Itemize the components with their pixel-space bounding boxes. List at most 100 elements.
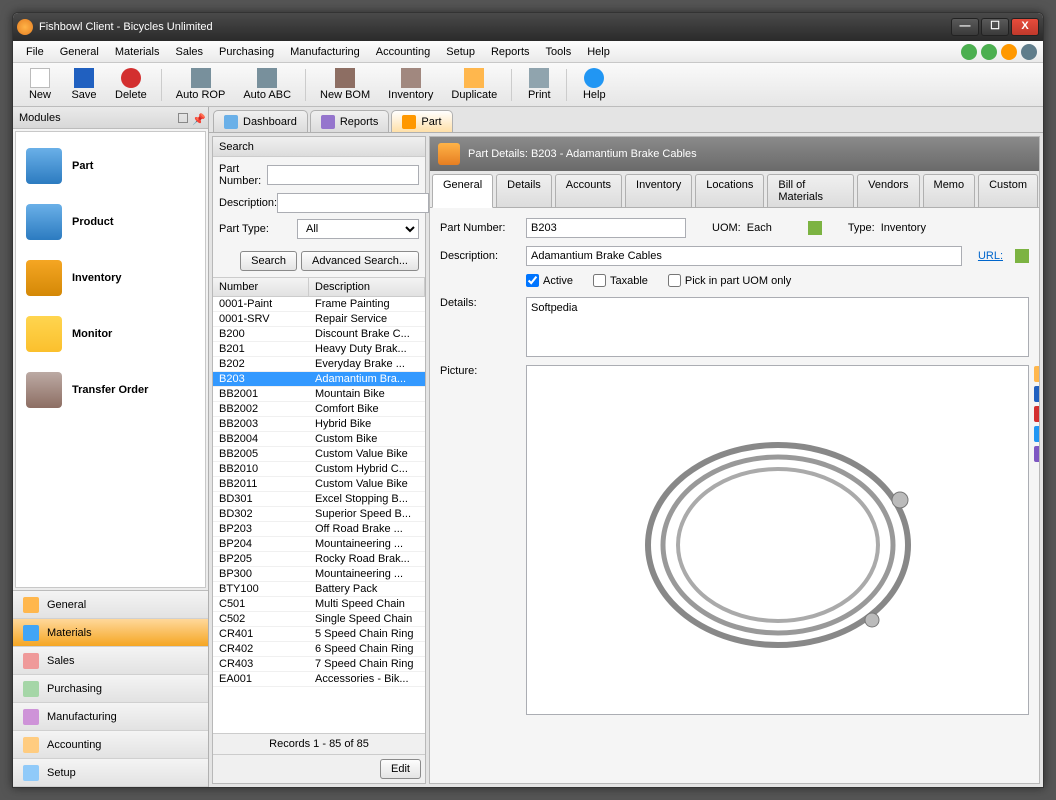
auto-rop-button[interactable]: Auto ROP (168, 66, 234, 103)
category-purchasing[interactable]: Purchasing (13, 675, 208, 703)
url-link[interactable]: URL: (978, 250, 1003, 262)
menu-file[interactable]: File (19, 44, 51, 60)
detail-tab-locations[interactable]: Locations (695, 174, 764, 207)
table-row[interactable]: CR4015 Speed Chain Ring (213, 627, 425, 642)
category-materials[interactable]: Materials (13, 619, 208, 647)
description-input[interactable] (277, 193, 429, 213)
module-inventory[interactable]: Inventory (20, 250, 201, 306)
pic-save-icon[interactable] (1034, 386, 1039, 402)
desc-input[interactable] (526, 246, 962, 266)
table-row[interactable]: EA001Accessories - Bik... (213, 672, 425, 687)
module-part[interactable]: Part (20, 138, 201, 194)
edit-button[interactable]: Edit (380, 759, 421, 779)
part-number-input[interactable] (267, 165, 419, 185)
help-button[interactable]: Help (573, 66, 615, 103)
details-textarea[interactable]: Softpedia (526, 297, 1029, 357)
module-monitor[interactable]: Monitor (20, 306, 201, 362)
table-row[interactable]: BB2005Custom Value Bike (213, 447, 425, 462)
tab-part[interactable]: Part (391, 110, 452, 132)
category-general[interactable]: General (13, 591, 208, 619)
menu-setup[interactable]: Setup (439, 44, 482, 60)
pic-delete-icon[interactable] (1034, 406, 1039, 422)
table-row[interactable]: BB2001Mountain Bike (213, 387, 425, 402)
table-row[interactable]: BB2010Custom Hybrid C... (213, 462, 425, 477)
table-row[interactable]: BB2011Custom Value Bike (213, 477, 425, 492)
table-row[interactable]: CR4037 Speed Chain Ring (213, 657, 425, 672)
menu-purchasing[interactable]: Purchasing (212, 44, 281, 60)
advanced-search-button[interactable]: Advanced Search... (301, 251, 419, 271)
taxable-checkbox[interactable] (593, 274, 606, 287)
nav-back-icon[interactable] (961, 44, 977, 60)
save-button[interactable]: Save (63, 66, 105, 103)
print-button[interactable]: Print (518, 66, 560, 103)
edit-uom-icon[interactable] (808, 221, 822, 235)
col-description-header[interactable]: Description (309, 278, 425, 296)
new-bom-button[interactable]: New BOM (312, 66, 378, 103)
category-sales[interactable]: Sales (13, 647, 208, 675)
delete-button[interactable]: Delete (107, 66, 155, 103)
table-row[interactable]: BP203Off Road Brake ... (213, 522, 425, 537)
menu-manufacturing[interactable]: Manufacturing (283, 44, 367, 60)
detail-tab-accounts[interactable]: Accounts (555, 174, 622, 207)
tab-dashboard[interactable]: Dashboard (213, 110, 308, 132)
menu-materials[interactable]: Materials (108, 44, 167, 60)
detail-tab-memo[interactable]: Memo (923, 174, 976, 207)
table-row[interactable]: C501Multi Speed Chain (213, 597, 425, 612)
search-button[interactable]: Search (240, 251, 297, 271)
detach-icon[interactable] (178, 113, 188, 123)
auto-abc-button[interactable]: Auto ABC (235, 66, 299, 103)
nav-up-icon[interactable] (1021, 44, 1037, 60)
col-number-header[interactable]: Number (213, 278, 309, 296)
pic-zoom-icon[interactable] (1034, 426, 1039, 442)
table-row[interactable]: 0001-PaintFrame Painting (213, 297, 425, 312)
module-product[interactable]: Product (20, 194, 201, 250)
detail-tab-bill-of-materials[interactable]: Bill of Materials (767, 174, 854, 207)
new-button[interactable]: New (19, 66, 61, 103)
module-transfer-order[interactable]: Transfer Order (20, 362, 201, 418)
pn-input[interactable] (526, 218, 686, 238)
pic-check-icon[interactable] (1034, 446, 1039, 462)
menu-tools[interactable]: Tools (539, 44, 579, 60)
table-row[interactable]: BB2002Comfort Bike (213, 402, 425, 417)
menu-help[interactable]: Help (580, 44, 617, 60)
pick-checkbox[interactable] (668, 274, 681, 287)
table-row[interactable]: B202Everyday Brake ... (213, 357, 425, 372)
table-row[interactable]: BP204Mountaineering ... (213, 537, 425, 552)
detail-tab-custom[interactable]: Custom (978, 174, 1038, 207)
duplicate-button[interactable]: Duplicate (443, 66, 505, 103)
table-row[interactable]: BP205Rocky Road Brak... (213, 552, 425, 567)
edit-url-icon[interactable] (1015, 249, 1029, 263)
table-row[interactable]: B201Heavy Duty Brak... (213, 342, 425, 357)
table-row[interactable]: BTY100Battery Pack (213, 582, 425, 597)
table-row[interactable]: 0001-SRVRepair Service (213, 312, 425, 327)
inventory-button[interactable]: Inventory (380, 66, 441, 103)
menu-sales[interactable]: Sales (169, 44, 211, 60)
table-row[interactable]: BP300Mountaineering ... (213, 567, 425, 582)
close-button[interactable]: X (1011, 18, 1039, 36)
detail-tab-details[interactable]: Details (496, 174, 552, 207)
category-setup[interactable]: Setup (13, 759, 208, 787)
table-row[interactable]: BD302Superior Speed B... (213, 507, 425, 522)
tab-reports[interactable]: Reports (310, 110, 390, 132)
category-accounting[interactable]: Accounting (13, 731, 208, 759)
category-manufacturing[interactable]: Manufacturing (13, 703, 208, 731)
table-row[interactable]: C502Single Speed Chain (213, 612, 425, 627)
detail-tab-general[interactable]: General (432, 174, 493, 208)
minimize-button[interactable]: — (951, 18, 979, 36)
pin-icon[interactable]: 📌 (192, 113, 202, 123)
table-row[interactable]: BB2003Hybrid Bike (213, 417, 425, 432)
pic-open-icon[interactable] (1034, 366, 1039, 382)
detail-tab-inventory[interactable]: Inventory (625, 174, 692, 207)
table-row[interactable]: B200Discount Brake C... (213, 327, 425, 342)
nav-home-icon[interactable] (1001, 44, 1017, 60)
menu-accounting[interactable]: Accounting (369, 44, 437, 60)
part-type-select[interactable]: All (297, 219, 419, 239)
table-row[interactable]: CR4026 Speed Chain Ring (213, 642, 425, 657)
menu-general[interactable]: General (53, 44, 106, 60)
table-row[interactable]: BB2004Custom Bike (213, 432, 425, 447)
maximize-button[interactable]: ☐ (981, 18, 1009, 36)
menu-reports[interactable]: Reports (484, 44, 537, 60)
active-checkbox[interactable] (526, 274, 539, 287)
nav-forward-icon[interactable] (981, 44, 997, 60)
table-row[interactable]: BD301Excel Stopping B... (213, 492, 425, 507)
